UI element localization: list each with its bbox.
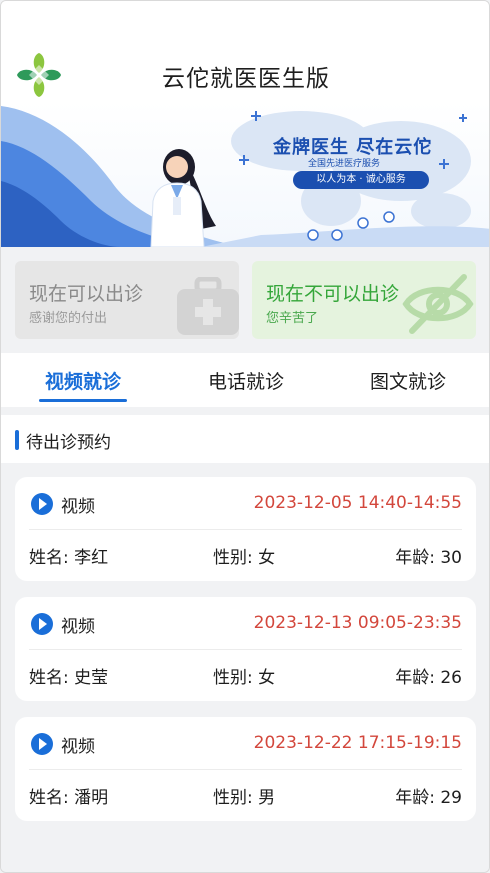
unavailable-status-title: 现在不可以出诊: [266, 283, 400, 305]
available-status-subtitle: 感谢您的付出: [29, 311, 108, 326]
consultation-tabs: 视频就诊 电话就诊 图文就诊: [1, 353, 489, 407]
appointment-type: 视频: [61, 737, 95, 757]
card-divider: [29, 769, 462, 770]
tab-phone[interactable]: 电话就诊: [186, 367, 306, 394]
appointment-type: 视频: [61, 497, 95, 517]
eye-off-icon: [402, 274, 474, 334]
appointment-type: 视频: [61, 617, 95, 637]
patient-age: 年龄: 26: [395, 668, 462, 688]
unavailable-status-card[interactable]: 现在不可以出诊 您辛苦了: [252, 261, 476, 339]
banner-slogan-pill: 以人为本 · 诚心服务: [293, 171, 429, 189]
appointment-time: 2023-12-22 17:15-19:15: [253, 733, 462, 753]
unavailable-status-subtitle: 您辛苦了: [266, 311, 319, 326]
card-divider: [29, 529, 462, 530]
video-play-icon: [31, 613, 53, 635]
medical-kit-icon: [177, 277, 239, 335]
video-play-icon: [31, 493, 53, 515]
active-tab-indicator: [39, 399, 127, 402]
section-header: 待出诊预约: [1, 415, 489, 463]
appointment-time: 2023-12-13 09:05-23:35: [253, 613, 462, 633]
banner-slogan-subtitle: 全国先进医疗服务: [308, 159, 381, 169]
patient-gender: 性别: 男: [213, 788, 276, 808]
video-play-icon: [31, 733, 53, 755]
patient-name: 姓名: 史莹: [29, 668, 109, 688]
section-title: 待出诊预约: [26, 433, 111, 453]
patient-gender: 性别: 女: [213, 548, 276, 568]
patient-age: 年龄: 29: [395, 788, 462, 808]
section-accent-bar: [15, 430, 19, 450]
appointment-time: 2023-12-05 14:40-14:55: [253, 493, 462, 513]
patient-name: 姓名: 李红: [29, 548, 109, 568]
tab-text[interactable]: 图文就诊: [348, 367, 468, 394]
app-header: 云佗就医医生版: [1, 1, 489, 106]
app-screen: 云佗就医医生版 金牌医生 尽在云佗 全国先进医疗服务 以人为本 · 诚心服务 现…: [0, 0, 490, 873]
app-title: 云佗就医医生版: [162, 66, 330, 92]
tab-video[interactable]: 视频就诊: [23, 367, 143, 394]
appointment-card[interactable]: 视频 2023-12-05 14:40-14:55 姓名: 李红 性别: 女 年…: [15, 477, 476, 581]
pending-appointments-section: 待出诊预约 视频 2023-12-05 14:40-14:55 姓名: 李红 性…: [1, 415, 489, 872]
appointment-card[interactable]: 视频 2023-12-13 09:05-23:35 姓名: 史莹 性别: 女 年…: [15, 597, 476, 701]
patient-age: 年龄: 30: [395, 548, 462, 568]
available-status-card[interactable]: 现在可以出诊 感谢您的付出: [15, 261, 239, 339]
patient-name: 姓名: 潘明: [29, 788, 109, 808]
appointment-card[interactable]: 视频 2023-12-22 17:15-19:15 姓名: 潘明 性别: 男 年…: [15, 717, 476, 821]
promo-banner: 金牌医生 尽在云佗 全国先进医疗服务 以人为本 · 诚心服务: [1, 101, 489, 247]
card-divider: [29, 649, 462, 650]
patient-gender: 性别: 女: [213, 668, 276, 688]
available-status-title: 现在可以出诊: [29, 283, 144, 305]
